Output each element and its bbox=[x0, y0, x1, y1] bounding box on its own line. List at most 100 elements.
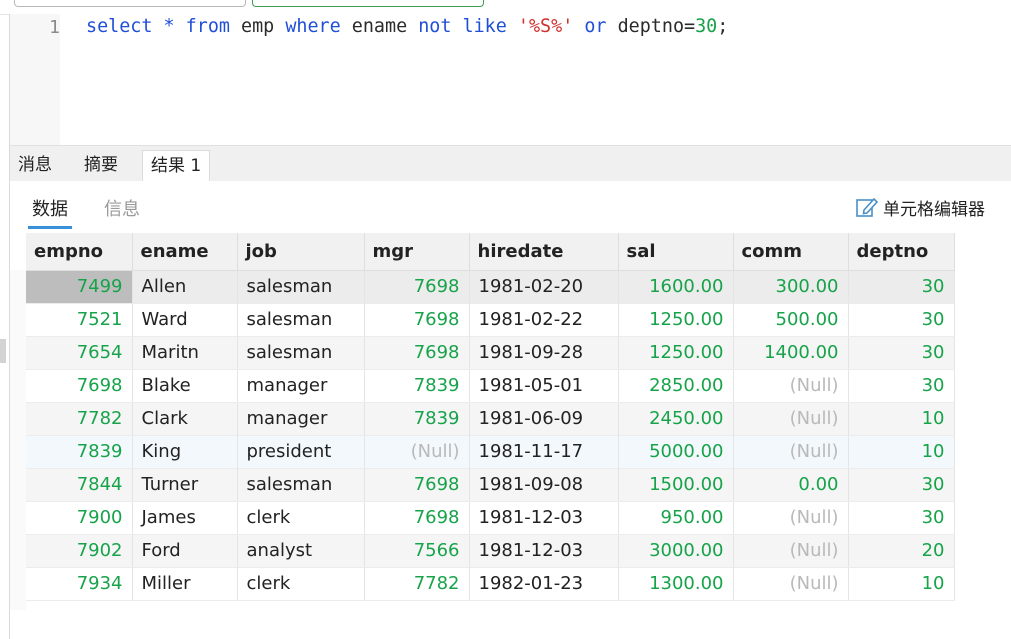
cell-hiredate[interactable]: 1981-11-17 bbox=[469, 435, 619, 469]
column-header-empno[interactable]: empno bbox=[26, 233, 133, 271]
cell-ename[interactable]: Clark bbox=[132, 402, 238, 436]
cell-empno[interactable]: 7900 bbox=[26, 501, 133, 535]
table-row[interactable]: 7839 King president (Null) 1981-11-17 5000.00… bbox=[26, 435, 955, 469]
cell-deptno[interactable]: 10 bbox=[848, 435, 955, 469]
cell-sal[interactable]: 950.00 bbox=[618, 501, 734, 535]
cell-comm[interactable]: (Null) bbox=[733, 402, 849, 436]
cell-hiredate[interactable]: 1981-12-03 bbox=[469, 501, 619, 535]
cell-job[interactable]: salesman bbox=[237, 468, 365, 502]
cell-empno[interactable]: 7521 bbox=[26, 303, 133, 337]
cell-sal[interactable]: 5000.00 bbox=[618, 435, 734, 469]
cell-deptno[interactable]: 30 bbox=[848, 369, 955, 403]
cell-comm[interactable]: (Null) bbox=[733, 567, 849, 601]
table-row[interactable]: 7698 Blake manager 7839 1981-05-01 2850.00 (Nu… bbox=[26, 369, 955, 403]
cell-sal[interactable]: 2850.00 bbox=[618, 369, 734, 403]
cell-empno[interactable]: 7902 bbox=[26, 534, 133, 568]
cell-comm[interactable]: (Null) bbox=[733, 501, 849, 535]
cell-ename[interactable]: Allen bbox=[132, 270, 238, 304]
cell-empno[interactable]: 7839 bbox=[26, 435, 133, 469]
cell-empno[interactable]: 7698 bbox=[26, 369, 133, 403]
cell-sal[interactable]: 1500.00 bbox=[618, 468, 734, 502]
cell-deptno[interactable]: 30 bbox=[848, 270, 955, 304]
cell-editor-button[interactable]: 单元格编辑器 bbox=[855, 193, 985, 221]
panel-resize-handle[interactable] bbox=[0, 339, 6, 363]
table-row[interactable]: 7902 Ford analyst 7566 1981-12-03 3000.00 (Nul… bbox=[26, 534, 955, 568]
cell-ename[interactable]: Maritn bbox=[132, 336, 238, 370]
cell-mgr[interactable]: 7698 bbox=[364, 303, 470, 337]
cell-deptno[interactable]: 10 bbox=[848, 567, 955, 601]
cell-mgr[interactable]: (Null) bbox=[364, 435, 470, 469]
cell-hiredate[interactable]: 1981-09-08 bbox=[469, 468, 619, 502]
cell-mgr[interactable]: 7839 bbox=[364, 402, 470, 436]
cell-mgr[interactable]: 7782 bbox=[364, 567, 470, 601]
column-header-sal[interactable]: sal bbox=[618, 233, 734, 271]
cell-hiredate[interactable]: 1981-09-28 bbox=[469, 336, 619, 370]
cell-comm[interactable]: 300.00 bbox=[733, 270, 849, 304]
cell-job[interactable]: salesman bbox=[237, 270, 365, 304]
cell-mgr[interactable]: 7839 bbox=[364, 369, 470, 403]
cell-hiredate[interactable]: 1981-02-20 bbox=[469, 270, 619, 304]
column-header-hiredate[interactable]: hiredate bbox=[469, 233, 619, 271]
cell-job[interactable]: salesman bbox=[237, 303, 365, 337]
cell-comm[interactable]: (Null) bbox=[733, 369, 849, 403]
cell-sal[interactable]: 1250.00 bbox=[618, 303, 734, 337]
table-row[interactable]: 7782 Clark manager 7839 1981-06-09 2450.00 (Nu… bbox=[26, 402, 955, 436]
cell-job[interactable]: salesman bbox=[237, 336, 365, 370]
cell-ename[interactable]: Blake bbox=[132, 369, 238, 403]
cell-sal[interactable]: 3000.00 bbox=[618, 534, 734, 568]
cell-job[interactable]: clerk bbox=[237, 501, 365, 535]
cell-mgr[interactable]: 7566 bbox=[364, 534, 470, 568]
query-tab-fragment-2[interactable] bbox=[252, 0, 484, 7]
cell-ename[interactable]: Miller bbox=[132, 567, 238, 601]
cell-hiredate[interactable]: 1981-12-03 bbox=[469, 534, 619, 568]
column-header-comm[interactable]: comm bbox=[733, 233, 849, 271]
cell-comm[interactable]: 1400.00 bbox=[733, 336, 849, 370]
column-header-deptno[interactable]: deptno bbox=[848, 233, 955, 271]
cell-mgr[interactable]: 7698 bbox=[364, 468, 470, 502]
sql-editor[interactable]: 1 select * from emp where ename not like… bbox=[10, 14, 1011, 145]
cell-empno[interactable]: 7654 bbox=[26, 336, 133, 370]
tab-summary[interactable]: 摘要 bbox=[76, 150, 126, 181]
cell-ename[interactable]: King bbox=[132, 435, 238, 469]
cell-hiredate[interactable]: 1982-01-23 bbox=[469, 567, 619, 601]
subtab-data[interactable]: 数据 bbox=[28, 195, 72, 229]
cell-empno[interactable]: 7844 bbox=[26, 468, 133, 502]
cell-job[interactable]: clerk bbox=[237, 567, 365, 601]
cell-deptno[interactable]: 20 bbox=[848, 534, 955, 568]
cell-empno[interactable]: 7499 bbox=[26, 270, 133, 304]
result-grid[interactable]: empno ename job mgr hiredate sal comm deptno 74… bbox=[26, 233, 955, 601]
tab-messages[interactable]: 消息 bbox=[10, 150, 60, 181]
cell-mgr[interactable]: 7698 bbox=[364, 270, 470, 304]
cell-deptno[interactable]: 30 bbox=[848, 468, 955, 502]
column-header-ename[interactable]: ename bbox=[132, 233, 238, 271]
cell-job[interactable]: president bbox=[237, 435, 365, 469]
cell-sal[interactable]: 1250.00 bbox=[618, 336, 734, 370]
sql-code-line[interactable]: select * from emp where ename not like '… bbox=[86, 16, 728, 37]
query-tab-fragment[interactable] bbox=[14, 0, 246, 7]
cell-ename[interactable]: Ford bbox=[132, 534, 238, 568]
cell-hiredate[interactable]: 1981-06-09 bbox=[469, 402, 619, 436]
cell-sal[interactable]: 1300.00 bbox=[618, 567, 734, 601]
cell-comm[interactable]: 0.00 bbox=[733, 468, 849, 502]
cell-sal[interactable]: 1600.00 bbox=[618, 270, 734, 304]
table-row[interactable]: 7900 James clerk 7698 1981-12-03 950.00 (Null)… bbox=[26, 501, 955, 535]
cell-ename[interactable]: James bbox=[132, 501, 238, 535]
cell-ename[interactable]: Turner bbox=[132, 468, 238, 502]
cell-comm[interactable]: (Null) bbox=[733, 534, 849, 568]
column-header-job[interactable]: job bbox=[237, 233, 365, 271]
table-row[interactable]: 7844 Turner salesman 7698 1981-09-08 1500.00 0… bbox=[26, 468, 955, 502]
cell-comm[interactable]: (Null) bbox=[733, 435, 849, 469]
cell-deptno[interactable]: 30 bbox=[848, 336, 955, 370]
cell-empno[interactable]: 7782 bbox=[26, 402, 133, 436]
cell-hiredate[interactable]: 1981-05-01 bbox=[469, 369, 619, 403]
cell-hiredate[interactable]: 1981-02-22 bbox=[469, 303, 619, 337]
cell-sal[interactable]: 2450.00 bbox=[618, 402, 734, 436]
cell-job[interactable]: manager bbox=[237, 402, 365, 436]
cell-deptno[interactable]: 30 bbox=[848, 501, 955, 535]
cell-comm[interactable]: 500.00 bbox=[733, 303, 849, 337]
cell-mgr[interactable]: 7698 bbox=[364, 336, 470, 370]
cell-deptno[interactable]: 10 bbox=[848, 402, 955, 436]
column-header-mgr[interactable]: mgr bbox=[364, 233, 470, 271]
cell-ename[interactable]: Ward bbox=[132, 303, 238, 337]
table-row[interactable]: 7934 Miller clerk 7782 1982-01-23 1300.00 (Nul… bbox=[26, 567, 955, 601]
